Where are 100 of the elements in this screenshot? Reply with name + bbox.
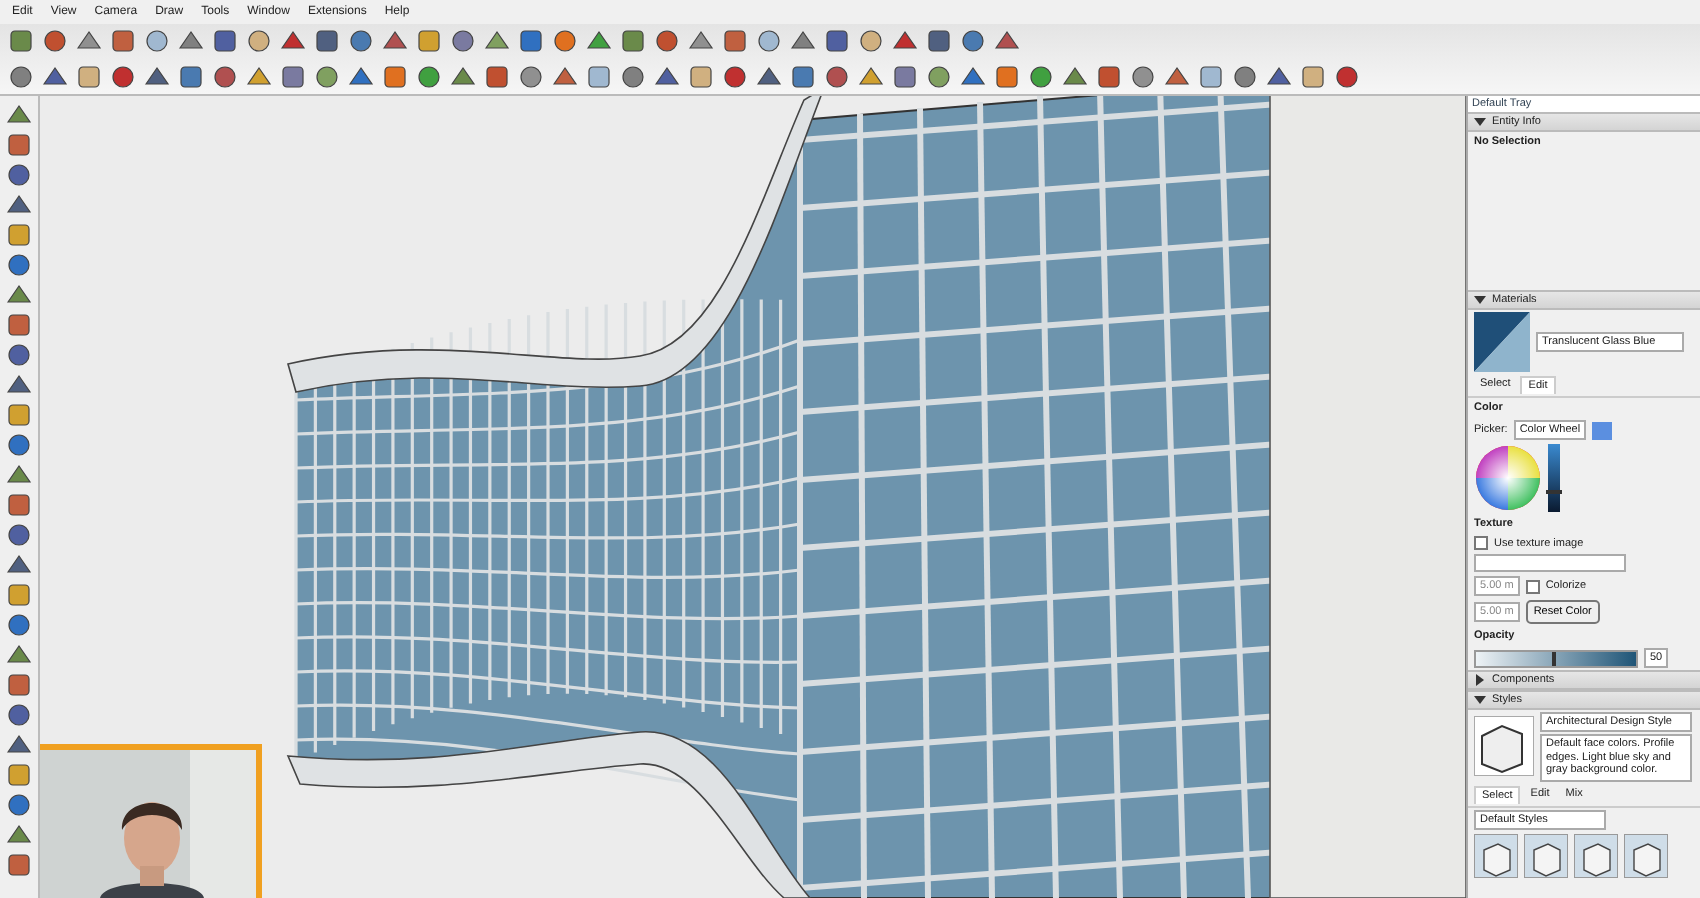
tool-icon[interactable] <box>1266 63 1292 90</box>
tool-icon[interactable] <box>6 732 32 758</box>
tool-icon[interactable] <box>960 28 986 55</box>
tool-icon[interactable] <box>688 28 714 55</box>
tool-icon[interactable] <box>76 63 102 90</box>
color-wheel[interactable] <box>1474 444 1542 512</box>
tool-icon[interactable] <box>314 28 340 55</box>
tool-icon[interactable] <box>1096 63 1122 90</box>
tool-icon[interactable] <box>790 28 816 55</box>
tool-icon[interactable] <box>586 63 612 90</box>
tool-icon[interactable] <box>6 132 32 158</box>
tool-icon[interactable] <box>178 28 204 55</box>
tool-icon[interactable] <box>824 63 850 90</box>
tool-icon[interactable] <box>858 28 884 55</box>
tool-icon[interactable] <box>654 28 680 55</box>
tool-icon[interactable] <box>722 63 748 90</box>
tool-icon[interactable] <box>790 63 816 90</box>
tool-icon[interactable] <box>994 63 1020 90</box>
style-thumbnail[interactable] <box>1474 833 1518 878</box>
tool-icon[interactable] <box>6 222 32 248</box>
tool-icon[interactable] <box>42 63 68 90</box>
tool-icon[interactable] <box>6 162 32 188</box>
tool-icon[interactable] <box>6 792 32 818</box>
tool-icon[interactable] <box>144 28 170 55</box>
tool-icon[interactable] <box>382 28 408 55</box>
tool-icon[interactable] <box>280 28 306 55</box>
tool-icon[interactable] <box>314 63 340 90</box>
tool-icon[interactable] <box>6 402 32 428</box>
tool-icon[interactable] <box>892 63 918 90</box>
tool-icon[interactable] <box>450 28 476 55</box>
tool-icon[interactable] <box>6 342 32 368</box>
checkbox[interactable] <box>1525 579 1540 593</box>
tool-icon[interactable] <box>1334 63 1360 90</box>
tool-icon[interactable] <box>926 28 952 55</box>
tool-icon[interactable] <box>926 63 952 90</box>
tool-icon[interactable] <box>824 28 850 55</box>
tool-icon[interactable] <box>484 28 510 55</box>
tool-icon[interactable] <box>246 63 272 90</box>
tool-icon[interactable] <box>178 63 204 90</box>
tool-icon[interactable] <box>994 28 1020 55</box>
tool-icon[interactable] <box>6 102 32 128</box>
tool-icon[interactable] <box>6 492 32 518</box>
tool-icon[interactable] <box>6 702 32 728</box>
brightness-slider[interactable] <box>1548 444 1560 512</box>
tool-icon[interactable] <box>42 28 68 55</box>
opacity-slider[interactable] <box>1474 649 1638 667</box>
tool-icon[interactable] <box>450 63 476 90</box>
tool-icon[interactable] <box>144 63 170 90</box>
tool-icon[interactable] <box>484 63 510 90</box>
tool-icon[interactable] <box>212 28 238 55</box>
tool-icon[interactable] <box>6 552 32 578</box>
tool-icon[interactable] <box>756 28 782 55</box>
style-thumbnail[interactable] <box>1574 833 1618 878</box>
tool-icon[interactable] <box>892 28 918 55</box>
texture-path-field[interactable] <box>1474 554 1626 572</box>
tool-icon[interactable] <box>586 28 612 55</box>
tool-icon[interactable] <box>348 63 374 90</box>
tool-icon[interactable] <box>6 822 32 848</box>
tool-icon[interactable] <box>620 63 646 90</box>
tool-icon[interactable] <box>518 63 544 90</box>
tool-icon[interactable] <box>382 63 408 90</box>
tool-icon[interactable] <box>6 672 32 698</box>
tool-icon[interactable] <box>6 762 32 788</box>
tool-icon[interactable] <box>620 28 646 55</box>
tool-icon[interactable] <box>8 28 34 55</box>
tool-icon[interactable] <box>280 63 306 90</box>
tool-icon[interactable] <box>1164 63 1190 90</box>
tool-icon[interactable] <box>960 63 986 90</box>
tool-icon[interactable] <box>246 28 272 55</box>
tool-icon[interactable] <box>6 432 32 458</box>
tool-icon[interactable] <box>212 63 238 90</box>
tool-icon[interactable] <box>552 28 578 55</box>
style-thumbnail[interactable] <box>1524 833 1568 878</box>
tool-icon[interactable] <box>1232 63 1258 90</box>
tool-icon[interactable] <box>6 312 32 338</box>
tool-icon[interactable] <box>6 372 32 398</box>
tool-icon[interactable] <box>6 192 32 218</box>
tool-icon[interactable] <box>518 28 544 55</box>
tool-icon[interactable] <box>6 282 32 308</box>
checkbox[interactable] <box>1474 536 1488 550</box>
tool-icon[interactable] <box>688 63 714 90</box>
tool-icon[interactable] <box>416 63 442 90</box>
tool-icon[interactable] <box>756 63 782 90</box>
tool-icon[interactable] <box>416 28 442 55</box>
tool-icon[interactable] <box>110 63 136 90</box>
tool-icon[interactable] <box>6 462 32 488</box>
style-thumbnail[interactable] <box>1624 833 1668 878</box>
tool-icon[interactable] <box>6 582 32 608</box>
tool-icon[interactable] <box>1198 63 1224 90</box>
tool-icon[interactable] <box>1028 63 1054 90</box>
tool-icon[interactable] <box>6 252 32 278</box>
tool-icon[interactable] <box>6 522 32 548</box>
tool-icon[interactable] <box>722 28 748 55</box>
tool-icon[interactable] <box>1300 63 1326 90</box>
tool-icon[interactable] <box>1062 63 1088 90</box>
tool-icon[interactable] <box>8 63 34 90</box>
tool-icon[interactable] <box>1130 63 1156 90</box>
tool-icon[interactable] <box>654 63 680 90</box>
tool-icon[interactable] <box>858 63 884 90</box>
tool-icon[interactable] <box>6 612 32 638</box>
